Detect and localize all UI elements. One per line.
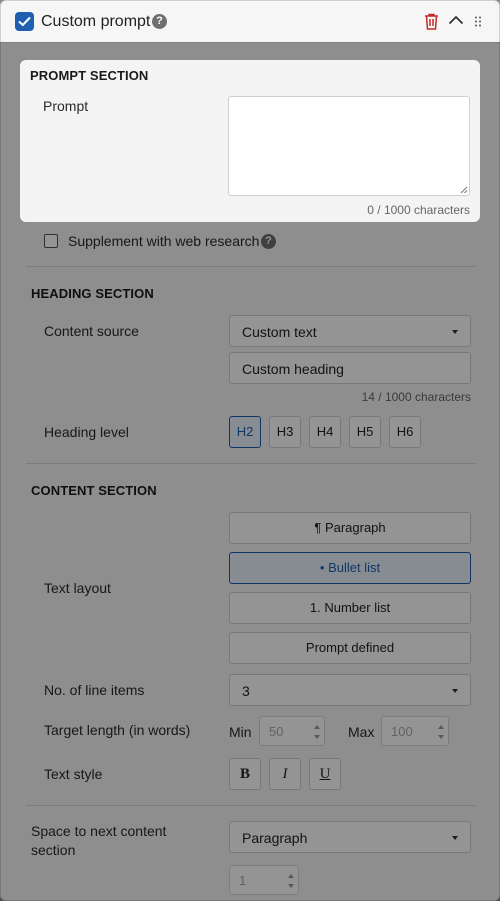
prompt-section-title: PROMPT SECTION [30, 68, 149, 83]
prompt-char-counter: 0 / 1000 characters [367, 203, 470, 217]
prompt-section-highlight: PROMPT SECTION Prompt 0 / 1000 character… [20, 60, 480, 222]
panel-title: Custom prompt [41, 13, 151, 30]
drag-handle-icon[interactable] [474, 16, 482, 27]
panel-header: Custom prompt ? [1, 1, 499, 43]
check-icon [18, 16, 31, 27]
prompt-textarea[interactable] [228, 96, 470, 196]
enable-checkbox[interactable] [15, 12, 34, 31]
trash-icon[interactable] [424, 13, 439, 30]
help-icon[interactable]: ? [152, 14, 167, 29]
prompt-label: Prompt [43, 98, 89, 114]
resize-handle-icon[interactable] [460, 186, 468, 194]
chevron-up-icon[interactable] [448, 15, 464, 25]
